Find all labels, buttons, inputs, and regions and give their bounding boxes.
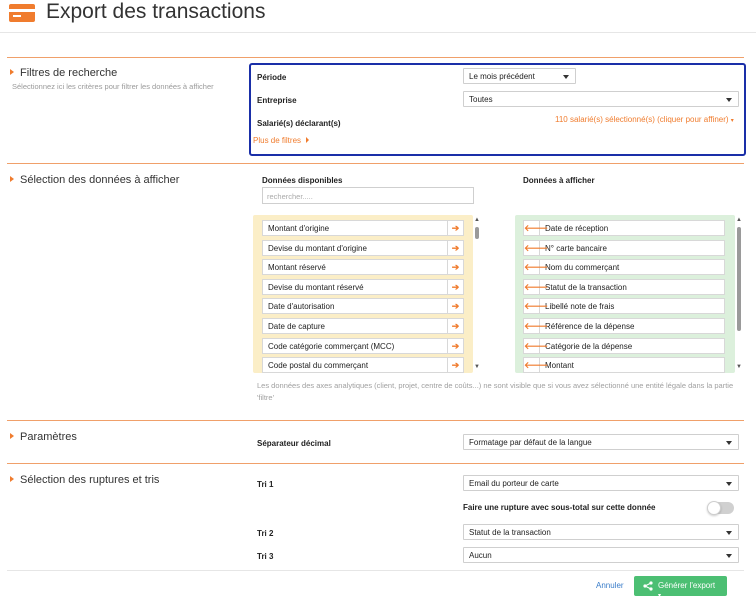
caret-right-icon	[10, 176, 14, 182]
display-title: Données à afficher	[523, 176, 595, 185]
periode-label: Période	[257, 73, 287, 82]
page-title: Export des transactions	[46, 0, 266, 23]
entreprise-select[interactable]: Toutes	[463, 91, 739, 107]
arrow-left-icon[interactable]: 🡐	[524, 260, 548, 275]
arrow-right-icon[interactable]: ➔	[447, 299, 463, 314]
available-list-item[interactable]: Code catégorie commerçant (MCC) ➔	[262, 337, 464, 354]
chevron-down-icon	[563, 75, 569, 79]
chevron-down-icon	[726, 531, 732, 535]
scrollbar-thumb[interactable]	[475, 227, 479, 239]
scroll-down-icon[interactable]: ▼	[735, 364, 743, 370]
tri1-label: Tri 1	[257, 480, 274, 489]
arrow-right-icon[interactable]: ➔	[447, 260, 463, 275]
arrow-left-icon[interactable]: 🡐	[524, 279, 548, 294]
selection-section-title: Sélection des données à afficher	[10, 174, 179, 186]
arrow-left-icon[interactable]: 🡐	[524, 358, 548, 373]
arrow-left-icon[interactable]: 🡐	[524, 221, 548, 235]
caret-right-icon	[10, 69, 14, 75]
section-divider	[7, 163, 744, 164]
display-list-item[interactable]: 🡐 Libellé note de frais	[523, 298, 725, 315]
available-title: Données disponibles	[262, 176, 343, 185]
cancel-button[interactable]: Annuler	[596, 581, 624, 590]
caret-right-icon	[10, 433, 14, 439]
available-list-item[interactable]: Montant réservé ➔	[262, 259, 464, 276]
entreprise-label: Entreprise	[257, 96, 297, 105]
scroll-up-icon[interactable]: ▲	[473, 217, 481, 223]
scroll-up-icon[interactable]: ▲	[735, 217, 743, 223]
generate-export-button[interactable]: Générer l'export ▾	[634, 576, 727, 599]
scrollbar-thumb[interactable]	[737, 227, 741, 331]
tri1-select[interactable]: Email du porteur de carte	[463, 475, 739, 491]
caret-right-icon	[306, 137, 310, 143]
footer-divider	[7, 570, 744, 571]
tri2-label: Tri 2	[257, 529, 274, 538]
params-section-title: Paramètres	[10, 431, 77, 443]
display-list-item[interactable]: 🡐 Date de réception	[523, 220, 725, 236]
search-input[interactable]: rechercher.....	[262, 187, 474, 204]
chevron-down-icon	[726, 482, 732, 486]
available-list-item[interactable]: Date de capture ➔	[262, 318, 464, 334]
display-list-item[interactable]: 🡐 N° carte bancaire	[523, 239, 725, 256]
chevron-down-icon	[726, 98, 732, 102]
credit-card-icon	[9, 4, 35, 22]
more-filters-link[interactable]: Plus de filtres	[253, 136, 310, 145]
section-divider	[7, 463, 744, 464]
chevron-down-icon	[726, 441, 732, 445]
available-list-item[interactable]: Code postal du commerçant ➔	[262, 357, 464, 374]
separator-select[interactable]: Formatage par défaut de la langue	[463, 434, 739, 450]
rupture-label: Faire une rupture avec sous-total sur ce…	[463, 503, 656, 512]
sorting-section-title: Sélection des ruptures et tris	[10, 474, 159, 486]
arrow-left-icon[interactable]: 🡐	[524, 240, 548, 255]
rupture-toggle[interactable]	[707, 501, 734, 515]
salaries-label: Salarié(s) déclarant(s)	[257, 119, 341, 128]
arrow-right-icon[interactable]: ➔	[447, 279, 463, 294]
arrow-right-icon[interactable]: ➔	[447, 221, 463, 235]
periode-select[interactable]: Le mois précédent	[463, 68, 576, 84]
section-divider	[7, 420, 744, 421]
display-list-item[interactable]: 🡐 Catégorie de la dépense	[523, 337, 725, 354]
tri3-label: Tri 3	[257, 552, 274, 561]
arrow-right-icon[interactable]: ➔	[447, 338, 463, 353]
available-list-item[interactable]: Montant d'origine ➔	[262, 220, 464, 236]
arrow-right-icon[interactable]: ➔	[447, 319, 463, 333]
section-divider	[7, 57, 744, 58]
arrow-left-icon[interactable]: 🡐	[524, 338, 548, 353]
display-list-item[interactable]: 🡐 Référence de la dépense	[523, 318, 725, 334]
separator-label: Séparateur décimal	[257, 439, 331, 448]
tri2-select[interactable]: Statut de la transaction	[463, 524, 739, 540]
available-list-item[interactable]: Devise du montant réservé ➔	[262, 278, 464, 295]
filters-subtitle: Sélectionnez ici les critères pour filtr…	[12, 82, 214, 91]
display-list-item[interactable]: 🡐 Montant	[523, 357, 725, 374]
share-icon	[643, 581, 653, 591]
display-list-item[interactable]: 🡐 Nom du commerçant	[523, 259, 725, 276]
arrow-right-icon[interactable]: ➔	[447, 240, 463, 255]
scroll-down-icon[interactable]: ▼	[473, 364, 481, 370]
header-divider	[0, 32, 756, 33]
arrow-left-icon[interactable]: 🡐	[524, 319, 548, 333]
arrow-left-icon[interactable]: 🡐	[524, 299, 548, 314]
available-list-item[interactable]: Date d'autorisation ➔	[262, 298, 464, 315]
caret-right-icon	[10, 476, 14, 482]
arrow-right-icon[interactable]: ➔	[447, 358, 463, 373]
chevron-down-icon	[726, 554, 732, 558]
tri3-select[interactable]: Aucun	[463, 547, 739, 563]
analytics-note: Les données des axes analytiques (client…	[257, 381, 734, 402]
display-list-item[interactable]: 🡐 Statut de la transaction	[523, 278, 725, 295]
salaries-selector-link[interactable]: 110 salarié(s) sélectionné(s) (cliquer p…	[555, 115, 734, 124]
filters-section-title: Filtres de recherche	[10, 67, 117, 79]
available-list-item[interactable]: Devise du montant d'origine ➔	[262, 239, 464, 256]
